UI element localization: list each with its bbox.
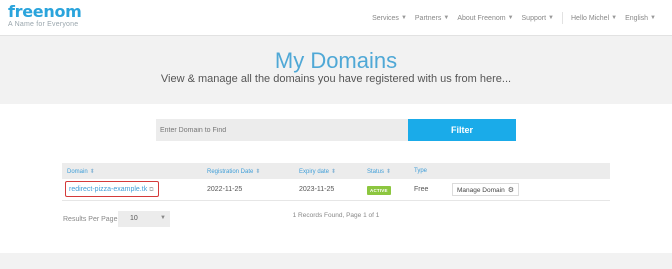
- page-subtitle: View & manage all the domains you have r…: [160, 73, 512, 85]
- th-domain[interactable]: Domain ⬍: [67, 168, 95, 175]
- domain-search-input[interactable]: [156, 119, 408, 141]
- nav-partners[interactable]: Partners ▼: [415, 15, 449, 22]
- chevron-down-icon: ▼: [611, 15, 618, 21]
- nav-divider: [562, 12, 563, 24]
- manage-domain-button[interactable]: Manage Domain ⚙: [452, 183, 519, 196]
- th-status-label: Status: [367, 169, 385, 175]
- top-header: freenom A Name for Everyone Services ▼ Pa…: [0, 0, 672, 36]
- external-link-icon: ⧉: [149, 187, 154, 193]
- language-label: English: [625, 14, 649, 22]
- domain-name: redirect-pizza-example.tk: [69, 186, 148, 193]
- table-header: Domain ⬍ Registration Date ⬍ Expiry date ⬍ …: [62, 163, 610, 179]
- th-expiry-date[interactable]: Expiry date ⬍: [299, 168, 336, 175]
- th-domain-label: Domain: [67, 169, 88, 175]
- freenom-logo[interactable]: freenom A Name for Everyone: [8, 2, 82, 29]
- domain-link[interactable]: redirect-pizza-example.tk ⧉: [69, 186, 154, 194]
- nav-support-label: Support: [521, 14, 547, 22]
- chevron-down-icon: ▼: [507, 15, 514, 21]
- th-registration-date[interactable]: Registration Date ⬍: [207, 168, 260, 175]
- expiry-date: 2023-11-25: [299, 186, 335, 193]
- records-text: 1 Records Found, Page 1 of 1: [292, 212, 380, 219]
- registration-date: 2022-11-25: [207, 186, 243, 193]
- records-summary: 1 Records Found, Page 1 of 1: [0, 212, 672, 219]
- domain-type: Free: [414, 186, 429, 193]
- nav-services[interactable]: Services ▼: [372, 15, 407, 22]
- th-type: Type: [414, 168, 427, 174]
- th-registration-date-label: Registration Date: [207, 169, 254, 175]
- chevron-down-icon: ▼: [650, 15, 656, 21]
- sort-icon: ⬍: [331, 169, 337, 175]
- nav-support[interactable]: Support ▼: [522, 15, 554, 22]
- table-row: redirect-pizza-example.tk ⧉ 2022-11-25 20…: [62, 179, 610, 201]
- language-menu[interactable]: English ▼: [625, 15, 656, 22]
- sort-icon: ⬍: [255, 169, 261, 175]
- sort-icon: ⬍: [386, 169, 392, 175]
- nav-services-label: Services: [372, 14, 399, 22]
- chevron-down-icon: ▼: [400, 15, 407, 21]
- chevron-down-icon: ▼: [443, 15, 450, 21]
- gear-icon: ⚙: [507, 187, 514, 194]
- page-title: My Domains: [274, 48, 398, 73]
- nav-partners-label: Partners: [414, 14, 442, 22]
- manage-domain-label: Manage Domain: [457, 187, 505, 194]
- nav-about-label: About Freenom: [457, 14, 506, 22]
- th-type-label: Type: [414, 168, 428, 174]
- th-expiry-date-label: Expiry date: [299, 169, 330, 175]
- logo-wordmark: freenom: [8, 2, 82, 21]
- logo-tagline: A Name for Everyone: [8, 21, 79, 28]
- th-status[interactable]: Status ⬍: [367, 168, 391, 175]
- nav-about[interactable]: About Freenom ▼: [457, 15, 513, 22]
- chevron-down-icon: ▼: [548, 15, 554, 21]
- user-menu[interactable]: Hello Michel ▼: [571, 15, 617, 22]
- sort-icon: ⬍: [89, 169, 95, 175]
- status-badge: ACTIVE: [367, 186, 391, 195]
- main-nav: Services ▼ Partners ▼ About Freenom ▼ Suppo…: [364, 12, 656, 24]
- domain-highlight: redirect-pizza-example.tk ⧉: [65, 181, 159, 197]
- user-greeting: Hello Michel: [571, 14, 610, 22]
- filter-button[interactable]: Filter: [408, 119, 516, 141]
